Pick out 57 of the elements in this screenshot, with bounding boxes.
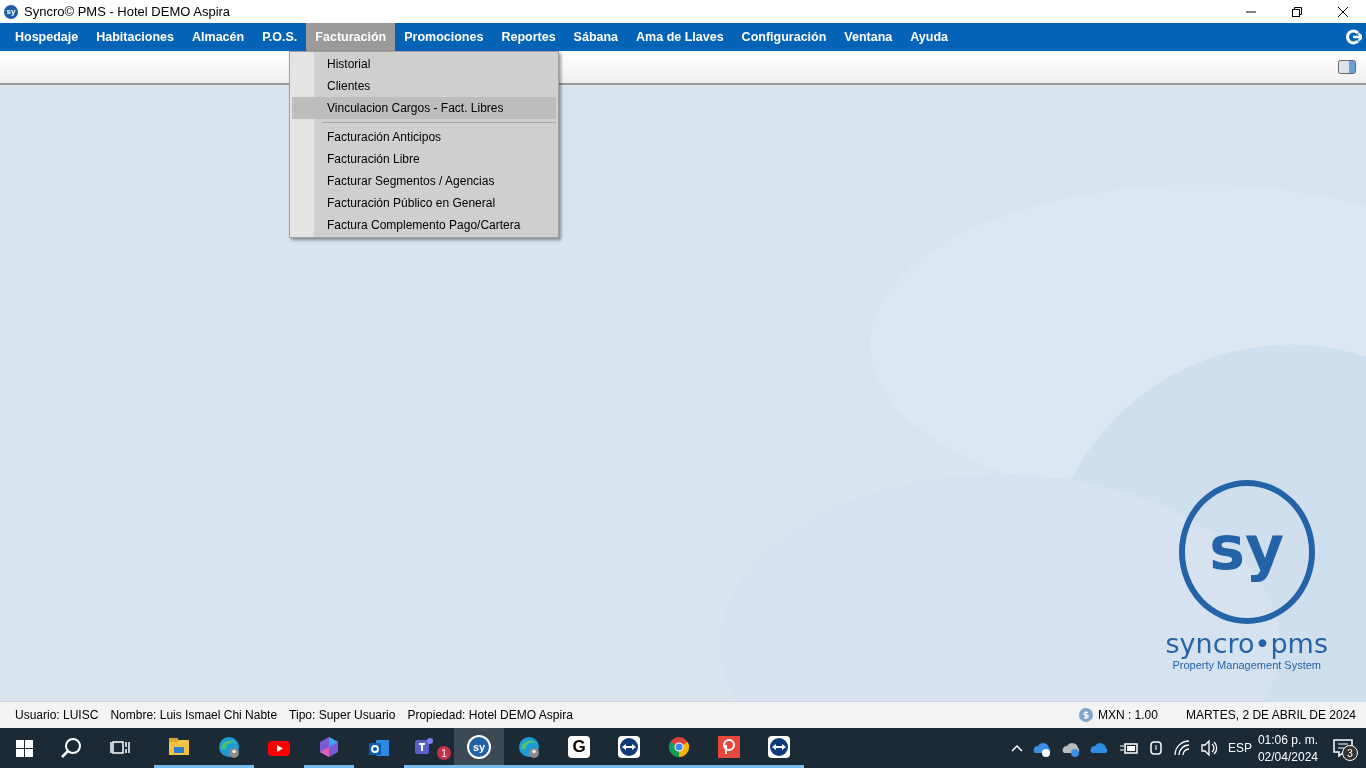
logout-icon[interactable]	[1346, 29, 1362, 45]
menu-item[interactable]: Ventana	[835, 23, 902, 51]
menu-item[interactable]: Ama de Llaves	[627, 23, 733, 51]
clock-date[interactable]: 02/04/2024	[1257, 749, 1318, 764]
browser-icon[interactable]	[217, 734, 241, 759]
device-icon[interactable]	[1147, 739, 1164, 757]
status-text: Tipo: Super Usuario	[289, 708, 396, 722]
menu-item[interactable]: P.O.S.	[253, 23, 307, 51]
menu-item[interactable]: Clientes	[292, 75, 556, 97]
close-icon[interactable]	[1338, 6, 1348, 17]
menu-item[interactable]: Sábana	[564, 23, 628, 51]
hexagon-icon[interactable]	[317, 734, 341, 759]
chevron-up-icon[interactable]	[1010, 743, 1023, 753]
menu-item[interactable]: Habitaciones	[87, 23, 184, 51]
logo-name: syncro•pms	[1165, 628, 1328, 659]
menu-item[interactable]: Factura Complemento Pago/Cartera	[292, 214, 556, 236]
menu-item[interactable]: Ayuda	[901, 23, 957, 51]
taskbar-app[interactable]: sy	[467, 734, 491, 759]
panel-toggle-icon[interactable]	[1338, 60, 1356, 74]
remote-icon[interactable]	[617, 734, 641, 759]
menu-item[interactable]: Configuración	[732, 23, 836, 51]
menu-item[interactable]: Facturación Anticipos	[292, 126, 556, 148]
taskbar-app[interactable]: G	[568, 735, 590, 758]
status-text: Propiedad: Hotel DEMO Aspira	[407, 708, 573, 722]
menu-item[interactable]: Hospedaje	[6, 23, 88, 51]
volume-icon[interactable]	[1199, 739, 1218, 757]
status-date: MARTES, 2 DE ABRIL DE 2024	[1185, 708, 1356, 722]
parking-icon[interactable]	[717, 734, 741, 759]
notification-count: 3	[1342, 745, 1358, 761]
restore-icon[interactable]	[1292, 6, 1302, 17]
wifi-icon[interactable]	[1172, 739, 1191, 757]
menu-item[interactable]: Facturar Segmentos / Agencias	[292, 170, 556, 192]
status-text: Nombre: Luis Ismael Chi Nabte	[110, 708, 278, 722]
logo-tagline: Property Management System	[1172, 659, 1322, 671]
menu-item[interactable]: Almacén	[183, 23, 254, 51]
notification-icon[interactable]	[1332, 737, 1354, 759]
browser-icon[interactable]	[667, 734, 691, 759]
input-language[interactable]: ESP	[1227, 741, 1252, 755]
window-title: Syncro© PMS - Hotel DEMO Aspira	[24, 4, 232, 19]
logo-mark: sy	[1178, 480, 1315, 624]
notification-badge: 1	[437, 746, 451, 760]
menu-item[interactable]: Promociones	[395, 23, 493, 51]
menu-item[interactable]: Facturación Libre	[292, 148, 556, 170]
start-icon[interactable]	[13, 737, 35, 759]
battery-icon[interactable]	[1118, 740, 1139, 756]
clock-time[interactable]: 01:06 p. m.	[1257, 732, 1318, 747]
currency-rate: MXN : 1.00	[1097, 708, 1158, 722]
remote-icon[interactable]	[767, 734, 791, 759]
menu-item[interactable]: Vinculacion Cargos - Fact. Libres	[292, 97, 556, 119]
coin-icon	[1078, 708, 1093, 722]
app-icon: sy	[4, 4, 18, 19]
status-text: Usuario: LUISC	[15, 708, 99, 722]
browser-icon[interactable]	[517, 734, 541, 759]
menu-item[interactable]: Reportes	[492, 23, 565, 51]
menu-item[interactable]: Facturación Público en General	[292, 192, 556, 214]
search-icon[interactable]	[60, 736, 84, 760]
menu-item[interactable]: Historial	[292, 53, 556, 75]
